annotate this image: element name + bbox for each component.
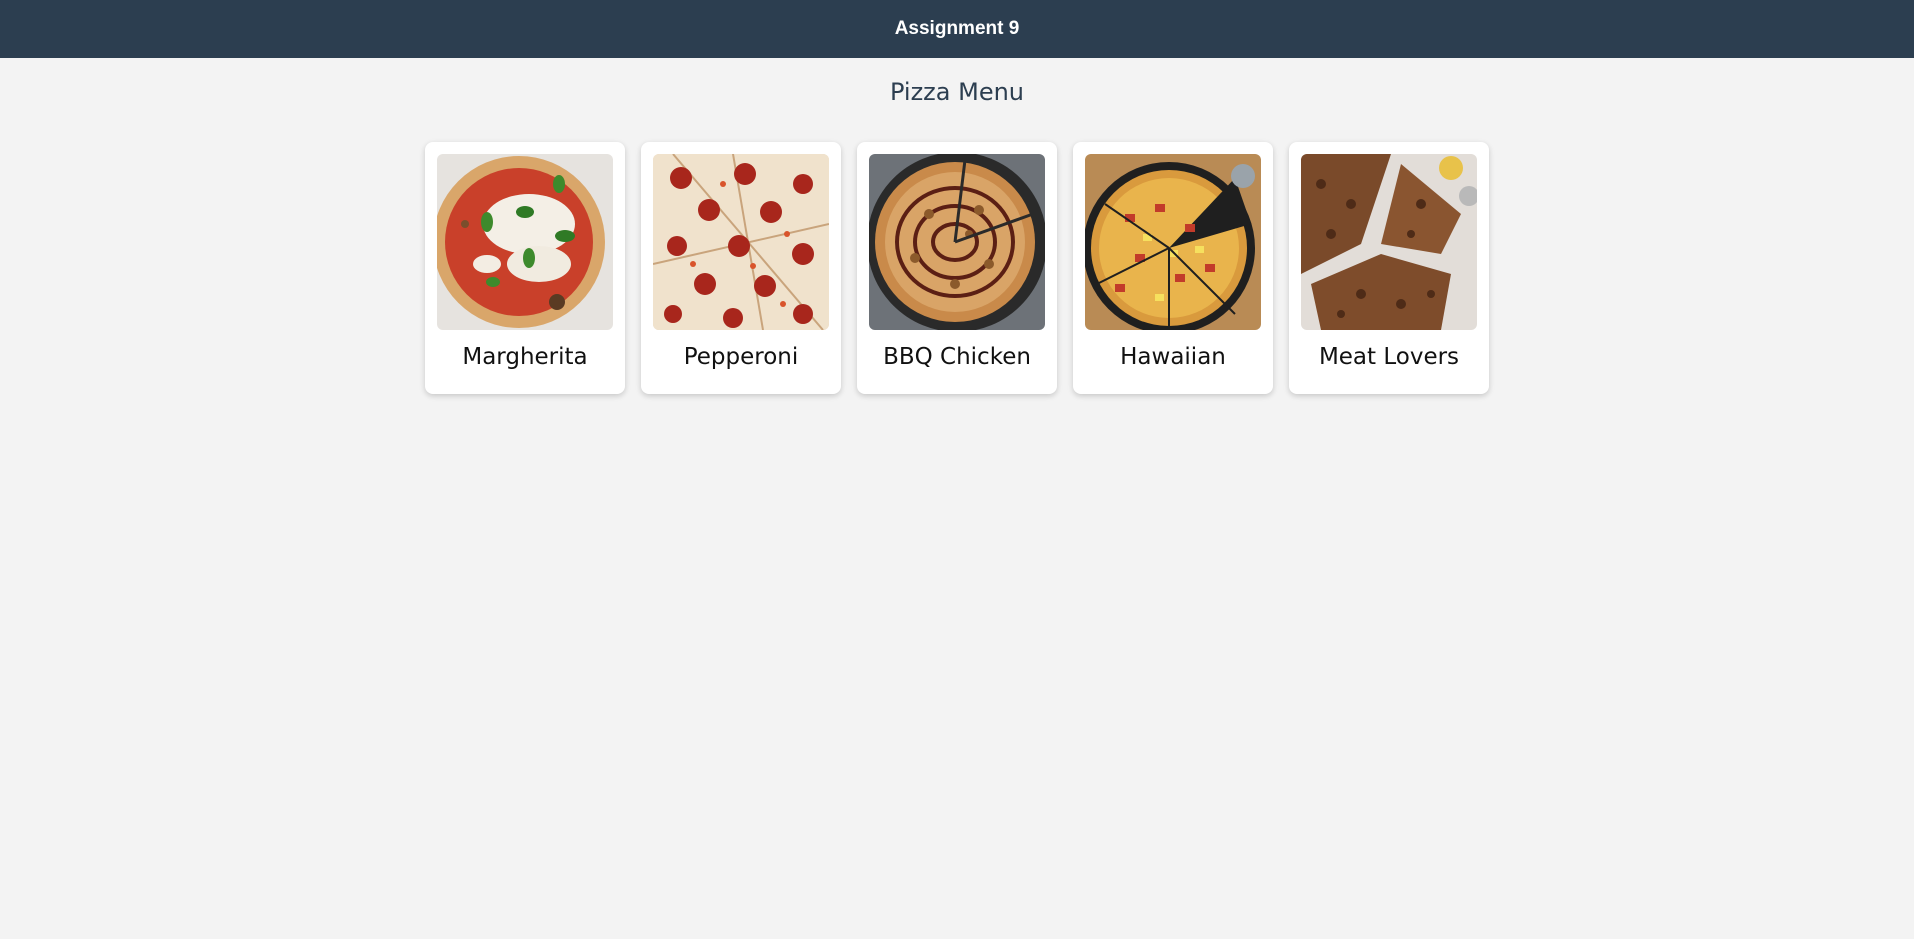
pizza-card-bbq-chicken[interactable]: BBQ Chicken — [857, 142, 1057, 394]
hawaiian-pizza-image — [1085, 154, 1261, 330]
pizza-name: Hawaiian — [1120, 344, 1226, 370]
pepperoni-pizza-image — [653, 154, 829, 330]
pizza-card-meat-lovers[interactable]: Meat Lovers — [1289, 142, 1489, 394]
top-header-bar: Assignment 9 — [0, 0, 1914, 58]
meat-lovers-pizza-image — [1301, 154, 1477, 330]
margherita-pizza-image — [437, 154, 613, 330]
pizza-name: Pepperoni — [683, 344, 799, 370]
page-title: Pizza Menu — [889, 78, 1025, 106]
pizza-card-margherita[interactable]: Margherita — [425, 142, 625, 394]
pizza-card-pepperoni[interactable]: Pepperoni — [641, 142, 841, 394]
pizza-menu-grid: Margherita Pepperoni BBQ Chicken Hawaiia… — [0, 142, 1914, 394]
pizza-name: BBQ Chicken — [883, 344, 1031, 370]
app-title: Assignment 9 — [894, 18, 1020, 39]
pizza-name: Margherita — [462, 344, 588, 370]
bbq-chicken-pizza-image — [869, 154, 1045, 330]
pizza-card-hawaiian[interactable]: Hawaiian — [1073, 142, 1273, 394]
pizza-name: Meat Lovers — [1318, 344, 1460, 370]
